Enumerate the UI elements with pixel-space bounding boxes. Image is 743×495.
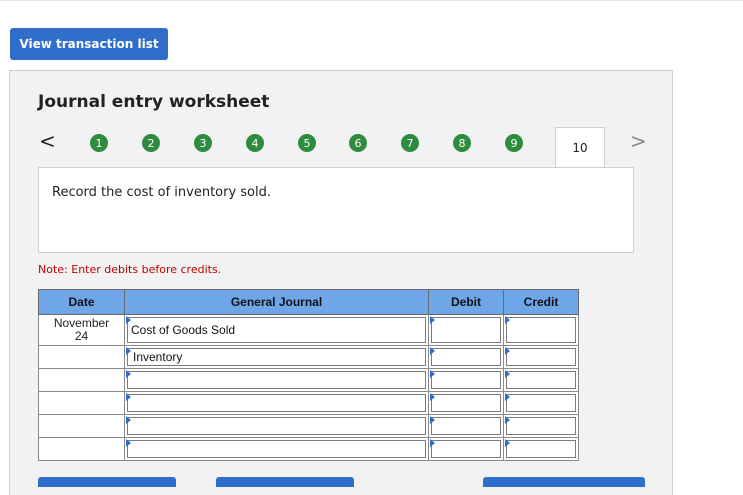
triangle-marker-icon — [505, 416, 510, 424]
table-row — [38, 391, 579, 415]
triangle-marker-icon — [505, 316, 510, 324]
debit-input[interactable] — [431, 371, 501, 389]
account-cell — [124, 368, 429, 392]
journal-worksheet-panel: Journal entry worksheet < 1 2 3 4 5 6 7 … — [9, 70, 673, 495]
table-row: November 24 Cost of Goods Sold — [38, 314, 579, 346]
triangle-marker-icon — [505, 393, 510, 401]
debit-cell — [428, 414, 504, 438]
account-cell — [124, 391, 429, 415]
date-cell[interactable] — [38, 368, 125, 392]
account-input[interactable] — [127, 394, 426, 412]
date-cell[interactable] — [38, 345, 125, 369]
account-input[interactable] — [127, 440, 426, 458]
triangle-marker-icon — [126, 393, 131, 401]
view-transaction-list-button[interactable]: View transaction list — [10, 28, 168, 60]
triangle-marker-icon — [430, 370, 435, 378]
instruction-text: Record the cost of inventory sold. — [52, 185, 272, 200]
credit-input[interactable] — [506, 317, 576, 343]
triangle-marker-icon — [505, 347, 510, 355]
step-7[interactable]: 7 — [401, 134, 419, 152]
date-day: 24 — [74, 329, 89, 343]
account-input[interactable]: Cost of Goods Sold — [127, 317, 426, 343]
account-input[interactable] — [127, 371, 426, 389]
triangle-marker-icon — [505, 370, 510, 378]
step-4[interactable]: 4 — [246, 134, 264, 152]
account-input[interactable]: Inventory — [127, 348, 426, 366]
table-row — [38, 368, 579, 392]
triangle-marker-icon — [430, 439, 435, 447]
debit-column-header: Debit — [428, 289, 504, 315]
table-row — [38, 437, 579, 461]
view-general-journal-button[interactable] — [483, 477, 645, 487]
credit-column-header: Credit — [503, 289, 579, 315]
credit-input[interactable] — [506, 348, 576, 366]
date-cell[interactable] — [38, 437, 125, 461]
triangle-marker-icon — [126, 316, 131, 324]
debit-input[interactable] — [431, 440, 501, 458]
debit-input[interactable] — [431, 417, 501, 435]
debit-credit-note: Note: Enter debits before credits. — [38, 263, 222, 276]
account-cell — [124, 437, 429, 461]
account-cell — [124, 414, 429, 438]
triangle-marker-icon — [430, 316, 435, 324]
credit-cell — [503, 437, 579, 461]
account-cell: Inventory — [124, 345, 429, 369]
credit-cell — [503, 414, 579, 438]
step-9[interactable]: 9 — [505, 134, 523, 152]
credit-input[interactable] — [506, 417, 576, 435]
debit-cell — [428, 437, 504, 461]
date-column-header: Date — [38, 289, 125, 315]
debit-cell — [428, 391, 504, 415]
debit-cell — [428, 368, 504, 392]
record-entry-button[interactable] — [38, 477, 176, 487]
date-cell[interactable] — [38, 391, 125, 415]
credit-input[interactable] — [506, 394, 576, 412]
debit-cell — [428, 314, 504, 346]
triangle-marker-icon — [126, 347, 131, 355]
triangle-marker-icon — [126, 439, 131, 447]
journal-header-row: Date General Journal Debit Credit — [38, 289, 579, 315]
step-2[interactable]: 2 — [142, 134, 160, 152]
debit-cell — [428, 345, 504, 369]
top-divider — [0, 0, 743, 1]
triangle-marker-icon — [430, 347, 435, 355]
chevron-right-icon[interactable]: > — [630, 131, 647, 151]
triangle-marker-icon — [126, 416, 131, 424]
worksheet-title: Journal entry worksheet — [38, 92, 270, 112]
account-input[interactable] — [127, 417, 426, 435]
triangle-marker-icon — [430, 393, 435, 401]
step-1[interactable]: 1 — [90, 134, 108, 152]
credit-cell — [503, 345, 579, 369]
general-journal-column-header: General Journal — [124, 289, 429, 315]
debit-input[interactable] — [431, 348, 501, 366]
credit-cell — [503, 391, 579, 415]
credit-input[interactable] — [506, 371, 576, 389]
step-8[interactable]: 8 — [453, 134, 471, 152]
table-row: Inventory — [38, 345, 579, 369]
clear-entry-button[interactable] — [216, 477, 354, 487]
credit-cell — [503, 314, 579, 346]
debit-input[interactable] — [431, 317, 501, 343]
chevron-left-icon[interactable]: < — [39, 131, 56, 151]
debit-input[interactable] — [431, 394, 501, 412]
step-5[interactable]: 5 — [298, 134, 316, 152]
credit-input[interactable] — [506, 440, 576, 458]
step-3[interactable]: 3 — [194, 134, 212, 152]
triangle-marker-icon — [126, 370, 131, 378]
table-row — [38, 414, 579, 438]
triangle-marker-icon — [430, 416, 435, 424]
credit-cell — [503, 368, 579, 392]
date-cell[interactable]: November 24 — [38, 314, 125, 346]
instruction-box: Record the cost of inventory sold. — [38, 167, 634, 253]
journal-table: Date General Journal Debit Credit Novemb… — [38, 289, 579, 461]
step-6[interactable]: 6 — [349, 134, 367, 152]
step-10-active-tab[interactable]: 10 — [555, 127, 605, 167]
triangle-marker-icon — [505, 439, 510, 447]
account-cell: Cost of Goods Sold — [124, 314, 429, 346]
date-cell[interactable] — [38, 414, 125, 438]
